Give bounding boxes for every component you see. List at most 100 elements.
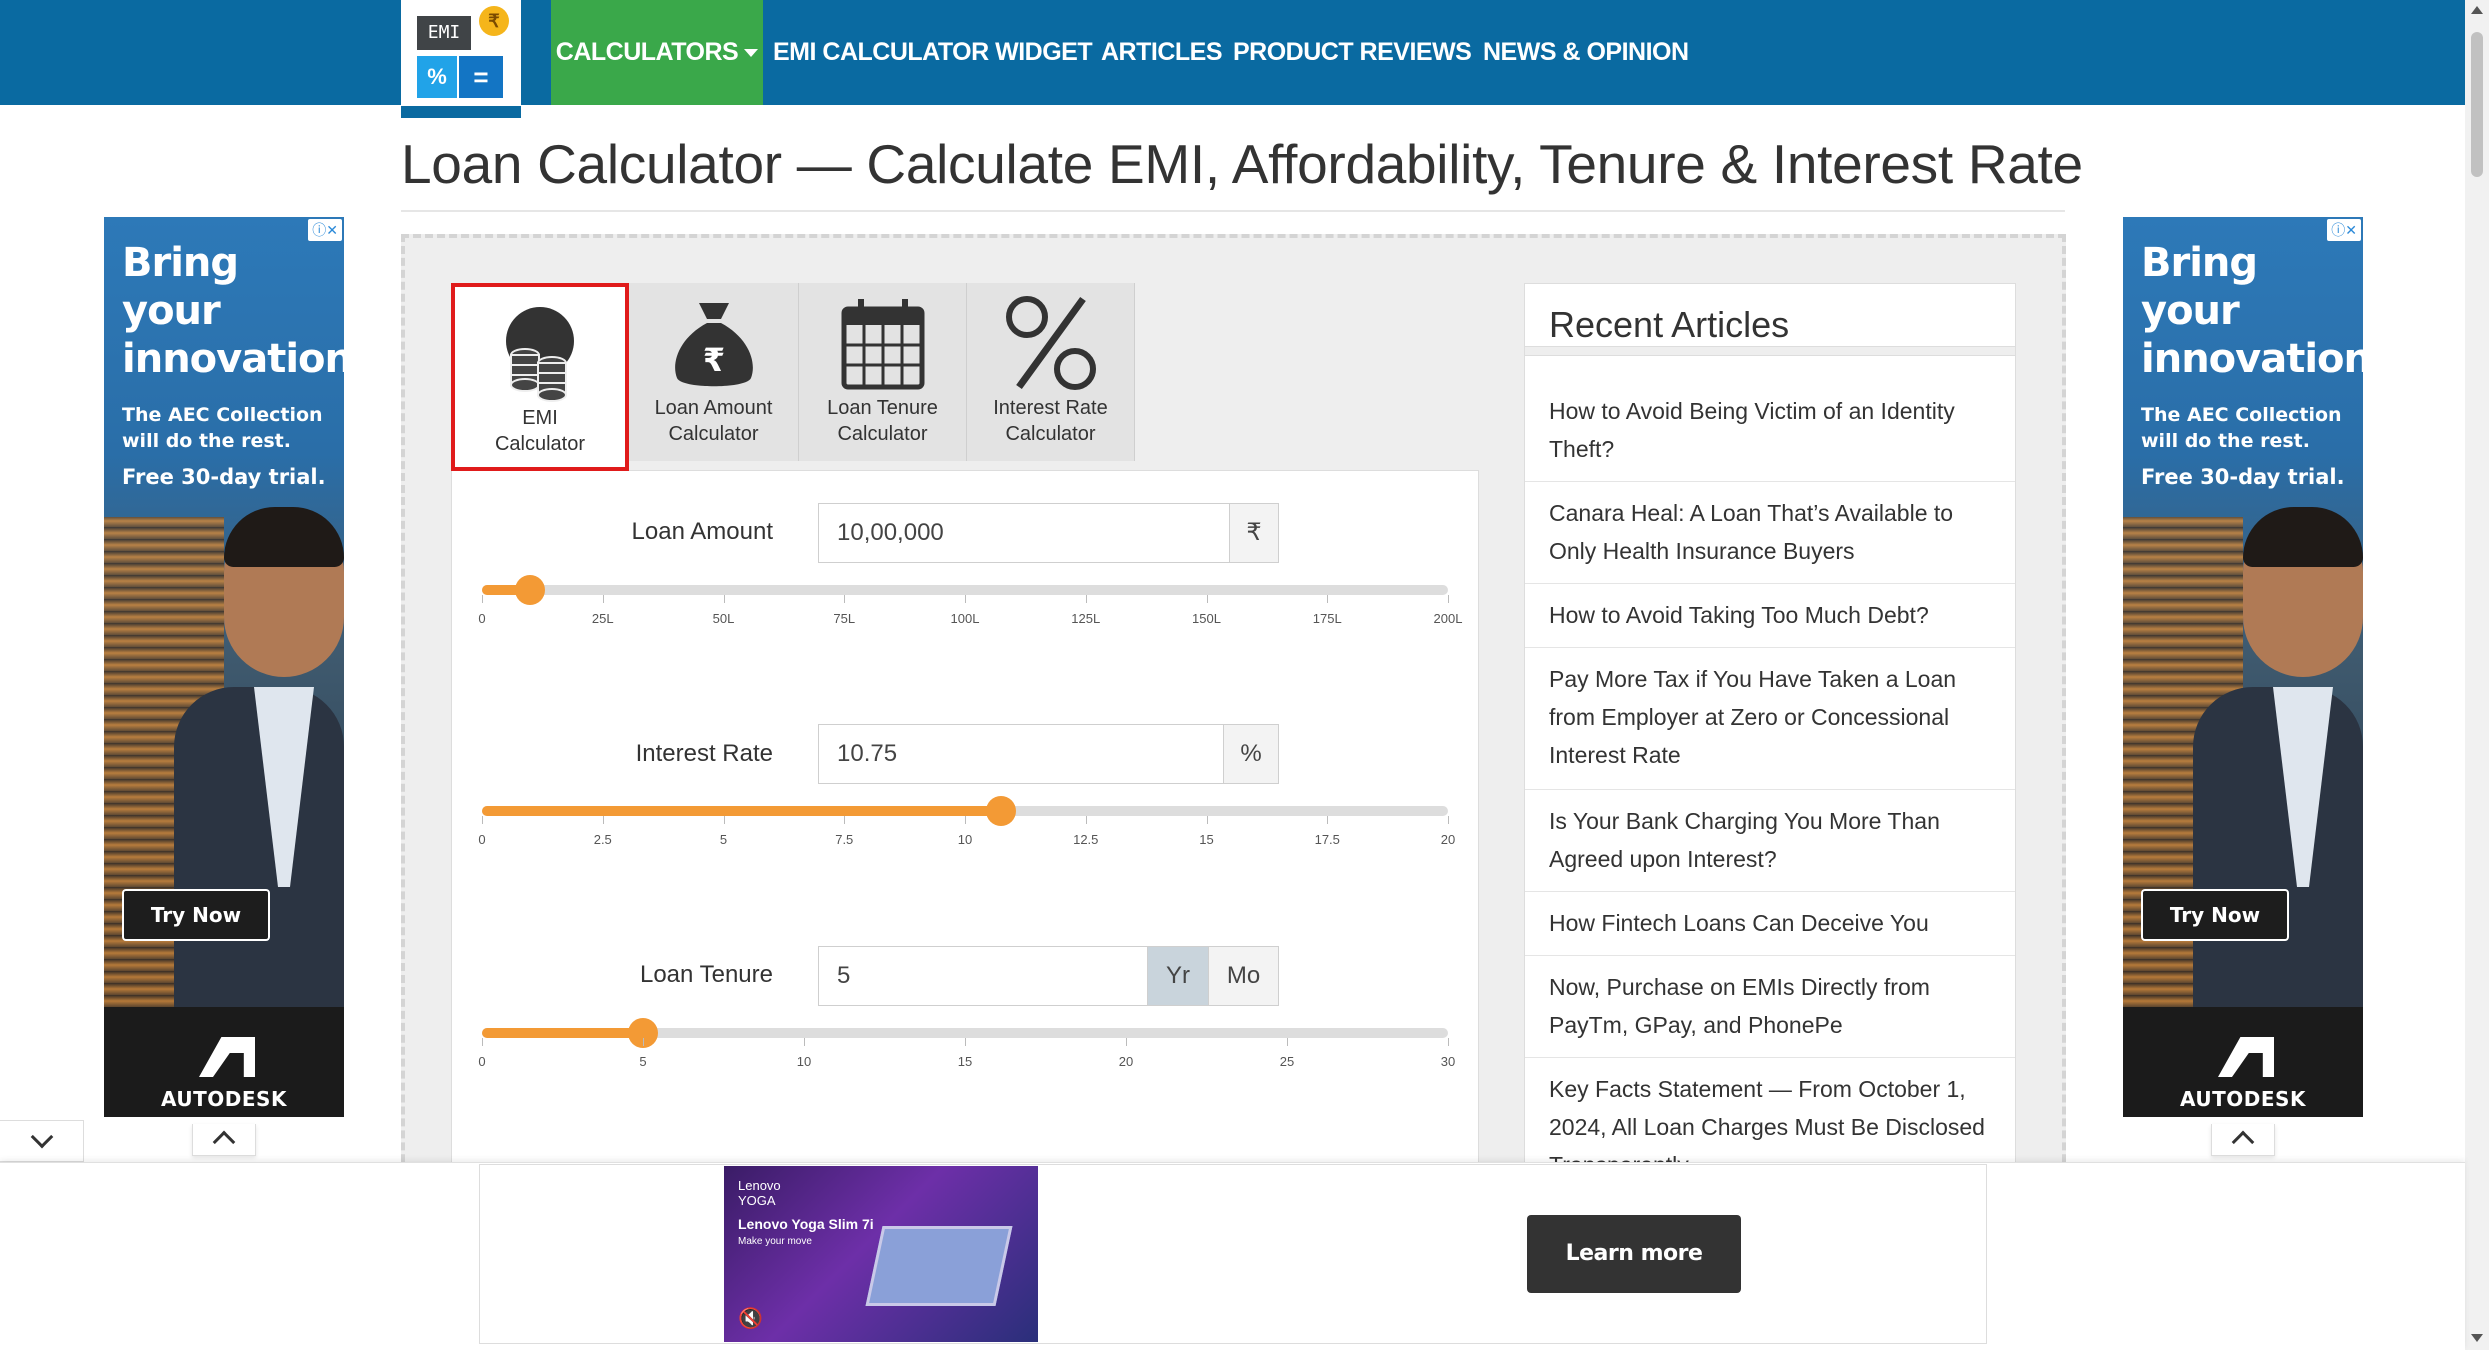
loan-tenure-slider-fill — [482, 1028, 643, 1038]
percent-icon — [1006, 296, 1096, 390]
interest-rate-slider-tick — [1327, 816, 1329, 824]
loan-amount-slider-tick-label: 150L — [1192, 611, 1221, 626]
loan-tenure-slider-tick-label: 15 — [957, 1054, 973, 1069]
bottom-ad-brand-1: Lenovo — [738, 1178, 781, 1193]
ad-headline: Bring your innovation — [2141, 240, 2363, 382]
article-link[interactable]: Canara Heal: A Loan That’s Available to … — [1525, 482, 2015, 584]
right-ad-collapse-tab[interactable] — [2211, 1124, 2275, 1156]
calendar-icon — [841, 299, 925, 390]
interest-rate-slider-tick-label: 10 — [957, 832, 973, 847]
loan-amount-slider-tick — [965, 595, 966, 603]
ad-try-now-button[interactable]: Try Now — [2141, 889, 2289, 941]
loan-amount-slider-track[interactable] — [482, 585, 1448, 595]
tenure-month-toggle[interactable]: Mo — [1208, 946, 1279, 1006]
loan-tenure-slider-tick-label: 5 — [639, 1054, 647, 1069]
tab-emi-calculator[interactable]: EMI Calculator — [451, 283, 629, 471]
ad-brand-name: AUTODESK — [161, 1087, 287, 1111]
scroll-down-arrow-icon[interactable] — [2471, 1334, 2483, 1342]
left-ad-collapse-tab[interactable] — [192, 1124, 256, 1156]
interest-rate-slider-tick — [482, 816, 483, 824]
tab-loan-amount-calculator[interactable]: ₹ Loan Amount Calculator — [629, 283, 799, 461]
loan-amount-slider-tick-label: 25L — [591, 611, 614, 626]
recent-articles-panel: Recent Articles How to Avoid Being Victi… — [1524, 283, 2016, 1163]
loan-tenure-slider-tick-label: 20 — [1118, 1054, 1134, 1069]
interest-rate-slider-tick — [1085, 816, 1087, 824]
adchoices-close-icon[interactable]: ⓘ✕ — [308, 219, 342, 241]
ad-trial-text: Free 30-day trial. — [122, 465, 326, 489]
tab-interest-rate-label-1: Interest Rate — [993, 397, 1108, 419]
loan-tenure-slider-tick — [965, 1038, 966, 1046]
tab-loan-amount-label-1: Loan Amount — [654, 397, 773, 419]
nav-articles[interactable]: ARTICLES — [1101, 0, 1223, 105]
tab-loan-tenure-label-1: Loan Tenure — [827, 397, 938, 419]
tab-interest-rate-calculator[interactable]: Interest Rate Calculator — [967, 283, 1135, 461]
interest-rate-slider-tick — [844, 816, 846, 824]
article-link[interactable]: Is Your Bank Charging You More Than Agre… — [1525, 790, 2015, 892]
nav-calculators-label: CALCULATORS — [555, 38, 739, 66]
tab-interest-rate-label-2: Calculator — [1005, 423, 1096, 445]
ad-headline: Bring your innovation — [122, 240, 344, 382]
loan-tenure-slider-tick-label: 10 — [796, 1054, 812, 1069]
loan-amount-slider-tick — [1448, 595, 1449, 603]
loan-amount-slider-tick — [1206, 595, 1208, 603]
interest-rate-slider-tick-label: 20 — [1440, 832, 1456, 847]
scroll-up-arrow-icon[interactable] — [2471, 6, 2483, 14]
nav-news-opinion[interactable]: NEWS & OPINION — [1483, 0, 1689, 105]
loan-tenure-slider-tick-label: 30 — [1440, 1054, 1456, 1069]
logo-screen: EMI — [417, 16, 471, 50]
loan-tenure-label: Loan Tenure — [639, 961, 773, 988]
site-logo[interactable]: EMI % = ₹ — [401, 0, 521, 118]
adchoices-close-icon[interactable]: ⓘ✕ — [2327, 219, 2361, 241]
bottom-ad-tagline: Make your move — [738, 1236, 812, 1247]
article-link[interactable]: How to Avoid Taking Too Much Debt? — [1525, 584, 2015, 648]
loan-amount-input[interactable] — [818, 503, 1230, 563]
coins-icon — [506, 307, 574, 402]
vertical-scrollbar[interactable] — [2465, 0, 2489, 1350]
interest-rate-slider-tick — [602, 816, 604, 824]
laptop-image — [865, 1226, 1013, 1306]
recent-articles-divider — [1525, 346, 2015, 356]
learn-more-button[interactable]: Learn more — [1527, 1215, 1741, 1293]
article-link[interactable]: How Fintech Loans Can Deceive You — [1525, 892, 2015, 956]
right-side-ad[interactable]: Bring your innovation The AEC Collection… — [2123, 217, 2363, 1117]
ad-trial-text: Free 30-day trial. — [2141, 465, 2345, 489]
left-edge-collapse-tab[interactable] — [0, 1120, 84, 1162]
tab-loan-amount-label-2: Calculator — [668, 423, 759, 445]
mute-icon[interactable]: 🔇 — [738, 1306, 763, 1330]
loan-tenure-input[interactable] — [818, 946, 1148, 1006]
nav-product-reviews[interactable]: PRODUCT REVIEWS — [1233, 0, 1472, 105]
nav-emi-widget[interactable]: EMI CALCULATOR WIDGET — [773, 0, 1093, 105]
scrollbar-thumb[interactable] — [2471, 32, 2483, 177]
ad-try-now-button[interactable]: Try Now — [122, 889, 270, 941]
bottom-ad-image[interactable]: Lenovo YOGA Lenovo Yoga Slim 7i Make you… — [724, 1166, 1038, 1342]
interest-rate-slider-tick-label: 15 — [1199, 832, 1214, 847]
nav-calculators-dropdown[interactable]: CALCULATORS — [551, 0, 763, 105]
page-title: Loan Calculator — Calculate EMI, Afforda… — [401, 132, 2083, 212]
interest-rate-slider-tick-label: 0 — [478, 832, 486, 847]
interest-rate-slider-tick-label: 7.5 — [835, 832, 854, 847]
tenure-year-toggle[interactable]: Yr — [1147, 946, 1209, 1006]
article-link[interactable]: Key Facts Statement — From October 1, 20… — [1525, 1058, 2015, 1162]
interest-rate-slider-tick-label: 17.5 — [1314, 832, 1340, 847]
loan-amount-slider-tick-label: 200L — [1433, 611, 1463, 626]
article-link[interactable]: Pay More Tax if You Have Taken a Loan fr… — [1525, 648, 2015, 790]
chevron-down-icon — [30, 1125, 54, 1149]
interest-rate-label: Interest Rate — [635, 740, 773, 767]
article-link[interactable]: Now, Purchase on EMIs Directly from PayT… — [1525, 956, 2015, 1058]
interest-rate-slider-tick-label: 12.5 — [1073, 832, 1099, 847]
loan-amount-slider-tick — [1085, 595, 1087, 603]
ad-brand-name: AUTODESK — [2180, 1087, 2306, 1111]
loan-amount-slider-tick-label: 100L — [950, 611, 980, 626]
left-side-ad[interactable]: Bring your innovation The AEC Collection… — [104, 217, 344, 1117]
loan-amount-slider-tick-label: 75L — [833, 611, 856, 626]
bottom-ad[interactable] — [479, 1164, 1987, 1344]
bottom-ad-brand-2: YOGA — [738, 1193, 776, 1208]
chevron-up-icon — [2231, 1130, 2255, 1154]
tab-loan-tenure-calculator[interactable]: Loan Tenure Calculator — [799, 283, 967, 461]
interest-rate-slider-tick — [1206, 816, 1208, 824]
loan-amount-slider-tick — [723, 595, 725, 603]
article-link[interactable]: How to Avoid Being Victim of an Identity… — [1525, 380, 2015, 482]
interest-rate-input[interactable] — [818, 724, 1224, 784]
logo-percent-key: % — [417, 56, 457, 98]
loan-amount-slider-tick — [602, 595, 604, 603]
